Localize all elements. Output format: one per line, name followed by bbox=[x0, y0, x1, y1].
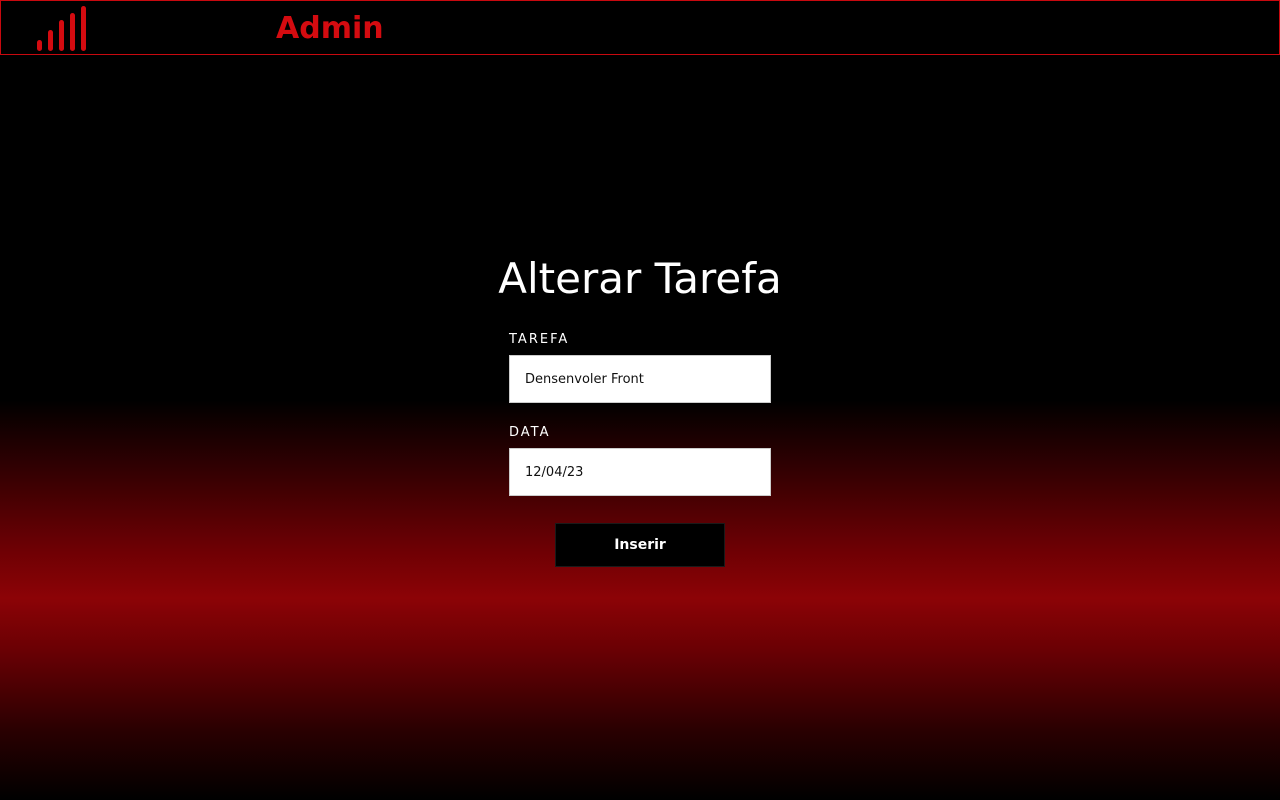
date-label: DATA bbox=[509, 425, 551, 440]
signal-bars-icon[interactable] bbox=[37, 6, 89, 52]
task-input[interactable] bbox=[509, 355, 771, 403]
date-input[interactable] bbox=[509, 448, 771, 496]
top-navbar: Admin bbox=[0, 0, 1280, 55]
task-label: TAREFA bbox=[509, 332, 570, 347]
brand-title[interactable]: Admin bbox=[276, 11, 384, 46]
edit-task-form: TAREFA DATA bbox=[509, 330, 771, 496]
page-title: Alterar Tarefa bbox=[498, 254, 782, 304]
insert-button[interactable]: Inserir bbox=[555, 523, 725, 567]
